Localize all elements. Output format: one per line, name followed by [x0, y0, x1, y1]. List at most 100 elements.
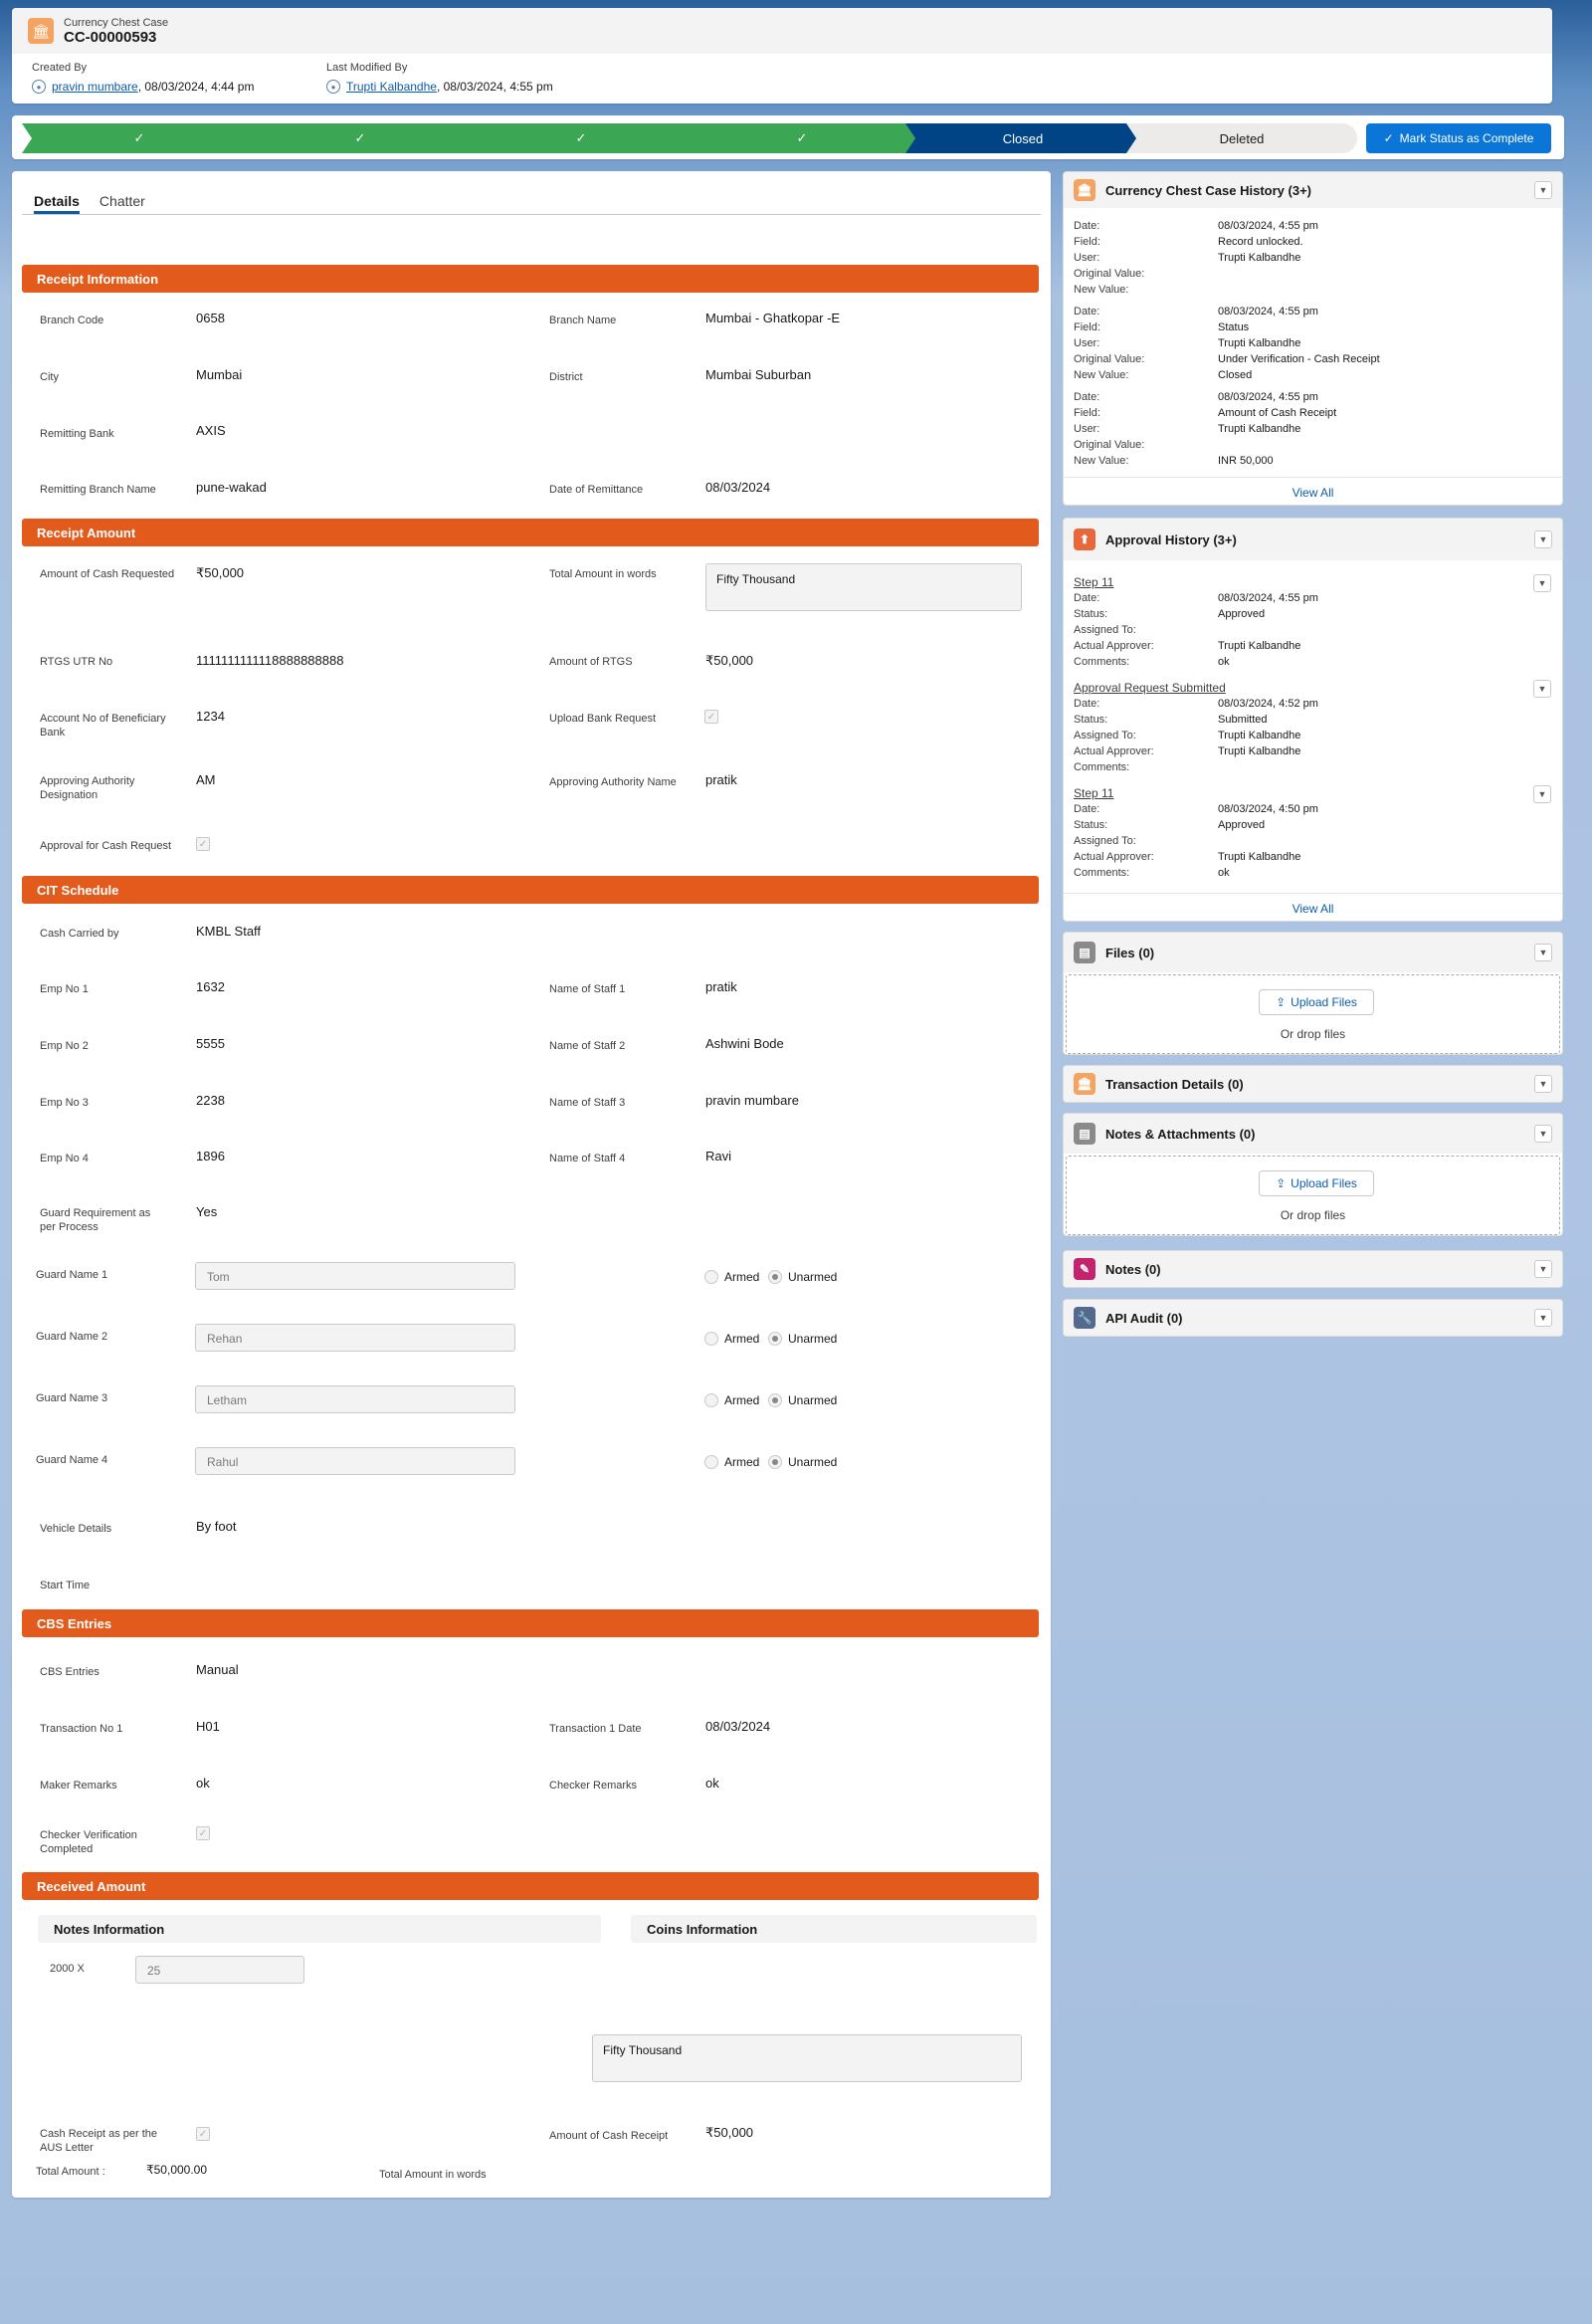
- rtgs-utr-value: 1111111111118888888888: [196, 653, 344, 668]
- notes-title[interactable]: Notes (0): [1105, 1262, 1161, 1277]
- files-title[interactable]: Files (0): [1105, 946, 1154, 960]
- chevron-down-icon[interactable]: ▼: [1534, 1075, 1552, 1093]
- field-label: Guard Name 2: [36, 1331, 108, 1343]
- field-label: CBS Entries: [40, 1666, 100, 1678]
- field-label: Cash Carried by: [40, 928, 119, 940]
- notes-attachments-title[interactable]: Notes & Attachments (0): [1105, 1127, 1255, 1142]
- guard-4-armed-radio[interactable]: Armed: [704, 1455, 759, 1469]
- field-label: Approving Authority Name: [549, 776, 677, 788]
- guard-3-unarmed-radio[interactable]: Unarmed: [768, 1393, 837, 1407]
- user-link[interactable]: Trupti Kalbandhe: [1218, 250, 1300, 266]
- guard-name-4-input[interactable]: Rahul: [195, 1447, 515, 1475]
- checker-verification-checkbox[interactable]: ✓: [196, 1826, 210, 1840]
- path-step-4[interactable]: ✓: [685, 123, 919, 153]
- amount-words-textarea[interactable]: Fifty Thousand: [705, 563, 1022, 611]
- user-link[interactable]: Trupti Kalbandhe: [1218, 335, 1300, 351]
- guard-3-armed-radio[interactable]: Armed: [704, 1393, 759, 1407]
- branch-name-value: Mumbai - Ghatkopar -E: [705, 311, 841, 325]
- chevron-down-icon[interactable]: ▼: [1533, 574, 1551, 592]
- modified-by-link[interactable]: Trupti Kalbandhe: [346, 80, 437, 94]
- approval-title[interactable]: Approval History (3+): [1105, 532, 1237, 547]
- approval-step-link[interactable]: Approval Request Submitted: [1074, 680, 1226, 696]
- upload-bank-request-checkbox[interactable]: ✓: [704, 710, 718, 724]
- user-link[interactable]: Trupti Kalbandhe: [1218, 728, 1300, 743]
- mark-status-complete-button[interactable]: ✓ Mark Status as Complete: [1366, 123, 1551, 153]
- guard-4-unarmed-radio[interactable]: Unarmed: [768, 1455, 837, 1469]
- approval-step-link[interactable]: Step 11: [1074, 574, 1113, 590]
- user-link[interactable]: Trupti Kalbandhe: [1218, 849, 1300, 865]
- field-label: Name of Staff 3: [549, 1097, 626, 1109]
- guard-2-unarmed-radio[interactable]: Unarmed: [768, 1332, 837, 1346]
- transaction-details-title[interactable]: Transaction Details (0): [1105, 1077, 1244, 1092]
- chevron-down-icon[interactable]: ▼: [1534, 1125, 1552, 1143]
- section-receipt-amount[interactable]: Receipt Amount: [22, 519, 1039, 546]
- section-receipt-information[interactable]: Receipt Information: [22, 265, 1039, 293]
- upload-files-button[interactable]: ⇪ Upload Files: [1259, 1170, 1374, 1196]
- history-title[interactable]: Currency Chest Case History (3+): [1105, 183, 1311, 198]
- chevron-down-icon[interactable]: ▼: [1534, 181, 1552, 199]
- path-step-deleted[interactable]: Deleted: [1126, 123, 1357, 153]
- transaction-details-card: 🏛 Transaction Details (0) ▼: [1063, 1065, 1563, 1103]
- guard-1-armed-radio[interactable]: Armed: [704, 1270, 759, 1284]
- history-view-all-link[interactable]: View All: [1064, 477, 1562, 507]
- created-by-link[interactable]: pravin mumbare: [52, 80, 138, 94]
- status-path: ✓ ✓ ✓ ✓ Closed Deleted ✓ Mark Status as C…: [12, 115, 1564, 159]
- files-card: ▤ Files (0) ▼ ⇪ Upload Files Or drop files: [1063, 932, 1563, 1055]
- field-label: Emp No 1: [40, 983, 89, 995]
- field-label: Total Amount in words: [379, 2169, 487, 2181]
- bank-icon: 🏛: [1074, 1073, 1095, 1095]
- user-link[interactable]: Trupti Kalbandhe: [1218, 421, 1300, 437]
- field-label: Remitting Branch Name: [40, 484, 156, 496]
- tab-details[interactable]: Details: [34, 187, 80, 214]
- guard-name-2-input[interactable]: Rehan: [195, 1324, 515, 1352]
- approval-view-all-link[interactable]: View All: [1064, 893, 1562, 923]
- chevron-down-icon[interactable]: ▼: [1534, 1309, 1552, 1327]
- chevron-down-icon[interactable]: ▼: [1533, 785, 1551, 803]
- path-step-2[interactable]: ✓: [243, 123, 478, 153]
- cash-receipt-aus-checkbox[interactable]: ✓: [196, 2127, 210, 2141]
- chevron-down-icon[interactable]: ▼: [1534, 530, 1552, 548]
- field-label: Vehicle Details: [40, 1523, 112, 1535]
- field-label: Guard Name 3: [36, 1392, 108, 1404]
- path-step-1[interactable]: ✓: [22, 123, 257, 153]
- denomination-2000-input[interactable]: 25: [135, 1956, 304, 1984]
- guard-name-1-input[interactable]: Tom: [195, 1262, 515, 1290]
- approval-step-link[interactable]: Step 11: [1074, 785, 1113, 801]
- tab-chatter[interactable]: Chatter: [100, 187, 145, 214]
- file-drop-zone[interactable]: ⇪ Upload Files Or drop files: [1066, 974, 1560, 1054]
- upload-files-button[interactable]: ⇪ Upload Files: [1259, 989, 1374, 1015]
- vehicle-details-value: By foot: [196, 1519, 237, 1534]
- field-label: Remitting Bank: [40, 428, 114, 440]
- section-received-amount[interactable]: Received Amount: [22, 1872, 1039, 1900]
- received-words-textarea[interactable]: Fifty Thousand: [592, 2034, 1022, 2082]
- guard-name-3-input[interactable]: Letham: [195, 1385, 515, 1413]
- field-label: Branch Name: [549, 315, 617, 326]
- guard-1-unarmed-radio[interactable]: Unarmed: [768, 1270, 837, 1284]
- section-cit-schedule[interactable]: CIT Schedule: [22, 876, 1039, 904]
- field-label: Name of Staff 1: [549, 983, 626, 995]
- details-panel: Details Chatter Receipt Information Bran…: [12, 171, 1051, 2198]
- user-link[interactable]: Trupti Kalbandhe: [1218, 638, 1300, 654]
- notes-attachments-card: ▤ Notes & Attachments (0) ▼ ⇪ Upload Files …: [1063, 1113, 1563, 1236]
- staff-4-value: Ravi: [705, 1149, 732, 1163]
- field-label: Guard Name 4: [36, 1454, 108, 1466]
- chevron-down-icon[interactable]: ▼: [1534, 1260, 1552, 1278]
- user-link[interactable]: Trupti Kalbandhe: [1218, 743, 1300, 759]
- api-audit-title[interactable]: API Audit (0): [1105, 1311, 1183, 1326]
- attachment-drop-zone[interactable]: ⇪ Upload Files Or drop files: [1066, 1156, 1560, 1235]
- maker-remarks-value: ok: [196, 1776, 210, 1791]
- note-icon: ✎: [1074, 1258, 1095, 1280]
- path-step-3[interactable]: ✓: [464, 123, 698, 153]
- path-step-closed[interactable]: Closed: [905, 123, 1140, 153]
- chevron-down-icon[interactable]: ▼: [1533, 680, 1551, 698]
- field-label: Start Time: [40, 1580, 91, 1591]
- approving-name-value: pratik: [705, 772, 737, 787]
- approval-icon: ⬆: [1074, 528, 1095, 550]
- guard-2-armed-radio[interactable]: Armed: [704, 1332, 759, 1346]
- user-avatar-icon: ●: [326, 80, 340, 94]
- approval-cash-request-checkbox[interactable]: ✓: [196, 837, 210, 851]
- section-cbs-entries[interactable]: CBS Entries: [22, 1609, 1039, 1637]
- chevron-down-icon[interactable]: ▼: [1534, 944, 1552, 961]
- record-name: CC-00000593: [64, 28, 157, 46]
- date-remittance-value: 08/03/2024: [705, 480, 771, 495]
